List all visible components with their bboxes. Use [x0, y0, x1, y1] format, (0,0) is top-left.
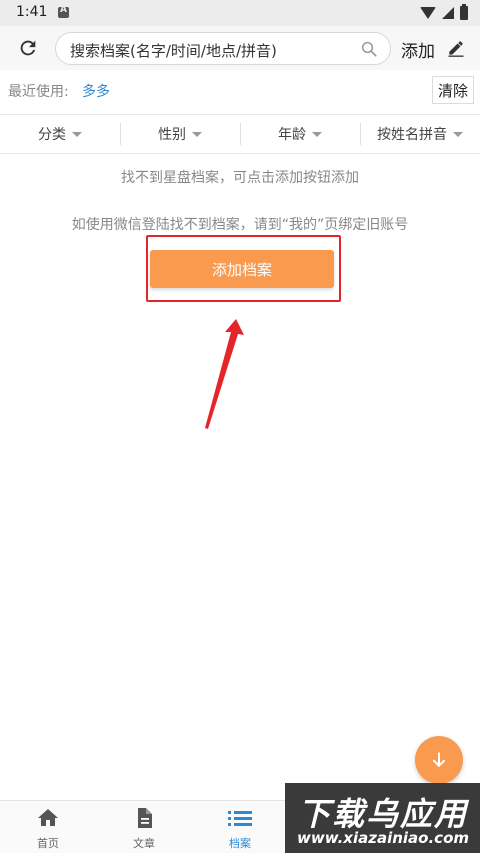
- filter-label: 性别: [158, 127, 186, 143]
- list-icon: [227, 805, 253, 831]
- search-icon[interactable]: [360, 40, 378, 58]
- signal-icon: [442, 7, 454, 19]
- add-button[interactable]: 添加: [401, 37, 435, 62]
- recent-item-link[interactable]: 多多: [82, 81, 110, 101]
- edit-icon[interactable]: [446, 38, 466, 58]
- nav-item-home[interactable]: 首页: [18, 805, 78, 851]
- search-input[interactable]: 搜索档案(名字/时间/地点/拼音): [55, 32, 391, 65]
- chevron-down-icon: [192, 131, 202, 137]
- refresh-icon: [20, 40, 36, 56]
- filter-label: 年龄: [278, 127, 306, 143]
- annotation-arrow: [205, 319, 244, 429]
- status-time: 1:41: [16, 4, 48, 20]
- nav-label: 档案: [229, 837, 251, 850]
- nav-label: 首页: [37, 837, 59, 850]
- recent-bar: 最近使用: 多多 清除: [0, 70, 480, 112]
- wechat-hint-message: 如使用微信登陆找不到档案，请到“我的”页绑定旧账号: [71, 217, 409, 233]
- empty-message: 找不到星盘档案，可点击添加按钮添加: [121, 170, 359, 186]
- scroll-down-button[interactable]: [415, 736, 463, 784]
- watermark-url: www.xiazainiao.com: [296, 829, 470, 847]
- wifi-icon: [420, 7, 436, 19]
- chevron-down-icon: [453, 131, 463, 137]
- watermark-logo: 下载乌应用 www.xiazainiao.com: [285, 783, 480, 853]
- filter-sort-pinyin[interactable]: 按姓名拼音: [360, 115, 480, 153]
- notification-icon: [58, 5, 69, 18]
- filter-gender[interactable]: 性别: [120, 115, 240, 153]
- search-toolbar: 搜索档案(名字/时间/地点/拼音) 添加: [0, 26, 480, 70]
- nav-item-archives[interactable]: 档案: [210, 805, 270, 851]
- status-bar: 1:41: [0, 0, 480, 26]
- nav-label: 文章: [133, 837, 155, 850]
- battery-icon: [460, 4, 468, 20]
- search-placeholder: 搜索档案(名字/时间/地点/拼音): [70, 42, 277, 60]
- filter-label: 按姓名拼音: [377, 127, 447, 143]
- add-archive-button[interactable]: 添加档案: [150, 250, 334, 288]
- filter-category[interactable]: 分类: [0, 115, 120, 153]
- status-icons: [420, 4, 468, 21]
- home-icon: [35, 805, 61, 831]
- filter-label: 分类: [38, 127, 66, 143]
- nav-item-articles[interactable]: 文章: [114, 805, 174, 851]
- clear-button[interactable]: 清除: [432, 76, 474, 104]
- recent-label: 最近使用:: [8, 84, 69, 100]
- filter-age[interactable]: 年龄: [240, 115, 360, 153]
- chevron-down-icon: [312, 131, 322, 137]
- filter-bar: 分类 性别 年龄 按姓名拼音: [0, 114, 480, 154]
- chevron-down-icon: [72, 131, 82, 137]
- document-icon: [131, 805, 157, 831]
- refresh-button[interactable]: [14, 34, 42, 62]
- arrow-down-icon: [433, 752, 445, 767]
